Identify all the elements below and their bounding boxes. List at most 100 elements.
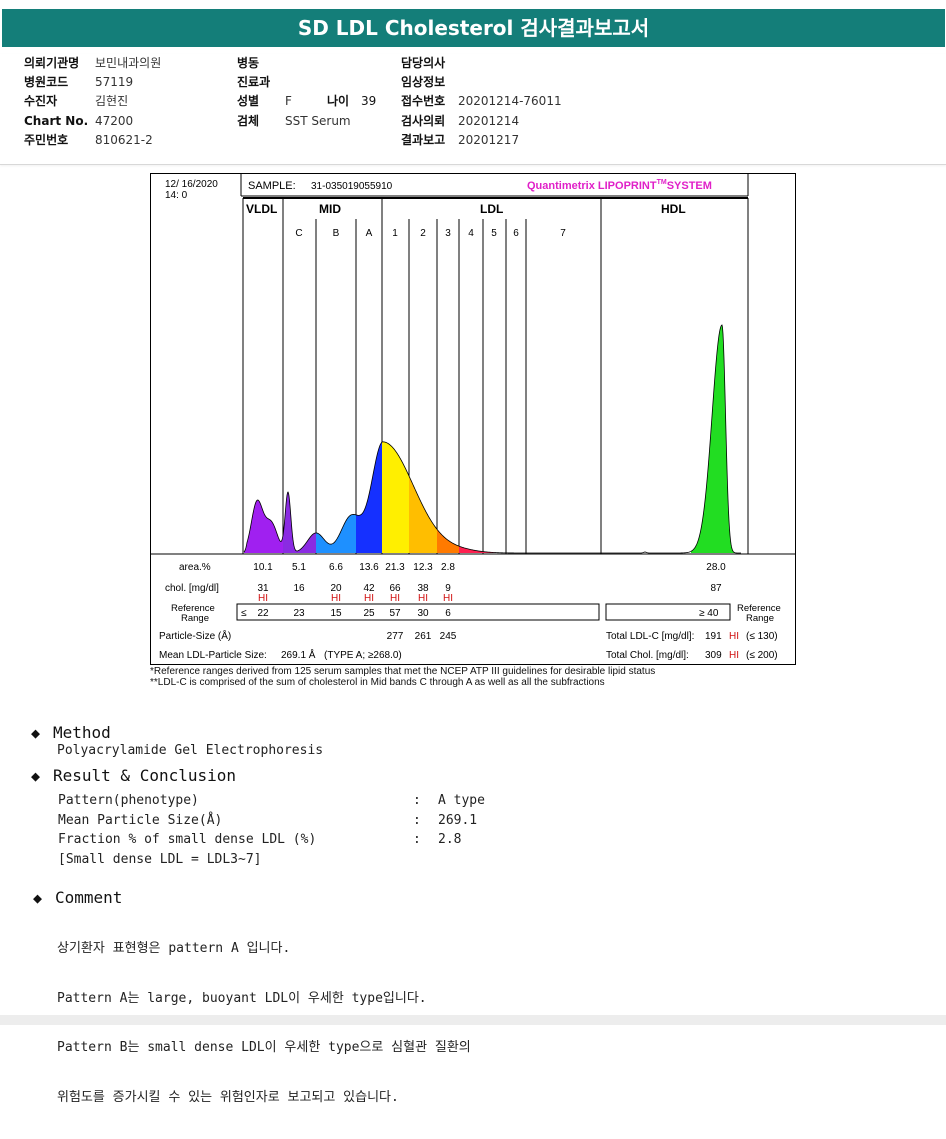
comment-line: Pattern A는 large, buoyant LDL이 우세한 type입… [57, 990, 427, 1006]
curve-band-mid-a [356, 442, 382, 553]
diamond-bullet-icon: ◆ [31, 767, 41, 785]
row-label-ref-2: Range [181, 613, 209, 624]
total-ldl-ref: (≤ 130) [746, 631, 778, 642]
report-title: SD LDL Cholesterol 검사결과보고서 [2, 9, 945, 47]
ref-value: 25 [363, 608, 375, 619]
total-chol-flag: HI [729, 650, 739, 661]
report-time: 14: 0 [165, 190, 188, 201]
curve-band-mid-c [283, 492, 316, 553]
group-ldl: LDL [480, 202, 503, 216]
total-ldl-label: Total LDL-C [mg/dl]: [606, 631, 694, 642]
sample-id: 31-035019055910 [311, 181, 393, 192]
age-field: 나이 39 [327, 94, 377, 108]
area-value: 21.3 [385, 562, 405, 573]
info-row: 수진자 김현진 [24, 94, 129, 109]
electrophoresis-curve [243, 324, 741, 554]
method-section: ◆ Method Polyacrylamide Gel Electrophores… [31, 723, 323, 759]
info-row: 검사의뢰 20201214 [401, 113, 520, 128]
info-row: 접수번호 20201214-76011 [401, 94, 562, 109]
diamond-bullet-icon: ◆ [33, 889, 43, 907]
band-label-c: C [295, 228, 302, 239]
footnotes: *Reference ranges derived from 125 serum… [150, 666, 655, 688]
result-row: Mean Particle Size(Å):269.1 [58, 812, 478, 828]
ref-value: 15 [330, 608, 342, 619]
total-chol-label: Total Chol. [mg/dl]: [606, 650, 689, 661]
band-label-5: 5 [491, 228, 497, 239]
row-label-chol: chol. [mg/dl] [165, 583, 219, 594]
row-label-mean: Mean LDL-Particle Size: [159, 650, 267, 661]
area-value: 5.1 [292, 562, 306, 573]
area-value: 6.6 [329, 562, 343, 573]
particle-size-value: 245 [440, 631, 457, 642]
area-value: 2.8 [441, 562, 455, 573]
info-row: Chart No. 47200 [24, 113, 134, 128]
info-column-1: 의뢰기관명 보민내과의원 병원코드 57119 수진자 김현진 Chart No. 47… [24, 54, 161, 150]
total-chol-value: 309 [705, 650, 722, 661]
mean-type: (TYPE A; ≥268.0) [324, 650, 402, 661]
comment-line: Pattern B는 small dense LDL이 우세한 type으로 심… [57, 1040, 471, 1055]
sample-label: SAMPLE: [248, 180, 296, 192]
chol-value: 16 [293, 583, 305, 594]
group-vldl: VLDL [246, 202, 277, 216]
area-value: 13.6 [359, 562, 379, 573]
chol-flag: HI [418, 593, 428, 604]
method-text: Polyacrylamide Gel Electrophoresis [57, 743, 324, 758]
particle-size-value: 277 [387, 631, 404, 642]
group-hdl: HDL [661, 202, 686, 216]
band-label-6: 6 [513, 228, 519, 239]
group-mid: MID [319, 202, 341, 216]
band-label-3: 3 [445, 228, 451, 239]
hdl-area: 28.0 [706, 562, 726, 573]
mean-value: 269.1 Å [281, 648, 316, 661]
ref-value: 30 [417, 608, 429, 619]
comment-line: 위험도를 증가시킬 수 있는 위험인자로 보고되고 있습니다. [57, 1089, 399, 1105]
chol-flag: HI [331, 593, 341, 604]
total-ldl-value: 191 [705, 631, 722, 642]
info-row: 병동 [237, 56, 260, 70]
band-label-7: 7 [560, 228, 566, 239]
comment-line: 상기환자 표현형은 pattern A 입니다. [57, 941, 291, 956]
result-table: Pattern(phenotype): A type Mean Particle … [58, 791, 485, 869]
footnote-1: *Reference ranges derived from 125 serum… [150, 666, 656, 677]
chol-flag: HI [443, 593, 453, 604]
brand-logo: Quantimetrix LIPOPRINTTMSYSTEM [527, 179, 712, 192]
info-row: 진료과 [237, 75, 271, 90]
lipoprint-report: 12/ 16/2020 14: 0 SAMPLE: 31-03501905591… [150, 173, 796, 665]
method-heading: ◆ Method [31, 723, 111, 742]
row-label-particle: Particle-Size (Å) [159, 629, 231, 642]
result-note: [Small dense LDL = LDL3~7] [58, 851, 262, 867]
info-row: 검체 SST Serum [237, 113, 351, 128]
chol-flag: HI [390, 593, 400, 604]
hdl-ref: ≥ 40 [699, 608, 719, 619]
ref-value: 6 [445, 608, 451, 619]
info-row: 담당의사 [401, 56, 446, 70]
curve-band-ldl1 [382, 441, 409, 553]
result-heading: ◆ Result & Conclusion [31, 766, 237, 785]
area-value: 10.1 [253, 562, 273, 573]
ref-prefix: ≤ [241, 608, 247, 619]
band-label-1: 1 [392, 228, 398, 239]
info-column-3: 담당의사 임상정보 접수번호 20201214-76011 검사의뢰 2020121… [401, 54, 562, 150]
report-date: 12/ 16/2020 [165, 179, 218, 190]
info-row: 주민번호 810621-2 [24, 132, 153, 147]
row-label-area: area.% [179, 562, 211, 573]
comment-heading: ◆ Comment [33, 888, 123, 907]
ref-value: 22 [257, 608, 269, 619]
particle-size-value: 261 [415, 631, 432, 642]
hdl-chol: 87 [710, 583, 722, 594]
curve-band-ldl2 [409, 475, 437, 553]
info-row: 병원코드 57119 [24, 75, 134, 90]
chol-flag: HI [364, 593, 374, 604]
result-row: Pattern(phenotype): A type [58, 793, 485, 808]
band-label-b: B [333, 228, 340, 239]
lipoprint-chart: 12/ 16/2020 14: 0 SAMPLE: 31-03501905591… [151, 174, 795, 661]
area-value: 12.3 [413, 562, 433, 573]
result-row: Fraction % of small dense LDL (%):2.8 [58, 832, 462, 847]
info-row: 임상정보 [401, 75, 446, 90]
comment-section: ◆ Comment 상기환자 표현형은 pattern A 입니다. Patter… [33, 888, 471, 1139]
info-row: 의뢰기관명 보민내과의원 [24, 56, 162, 70]
hdl-ref-label-2: Range [746, 613, 774, 624]
band-label-a: A [366, 228, 373, 239]
ref-value: 23 [293, 608, 305, 619]
curve-outline [243, 324, 741, 554]
